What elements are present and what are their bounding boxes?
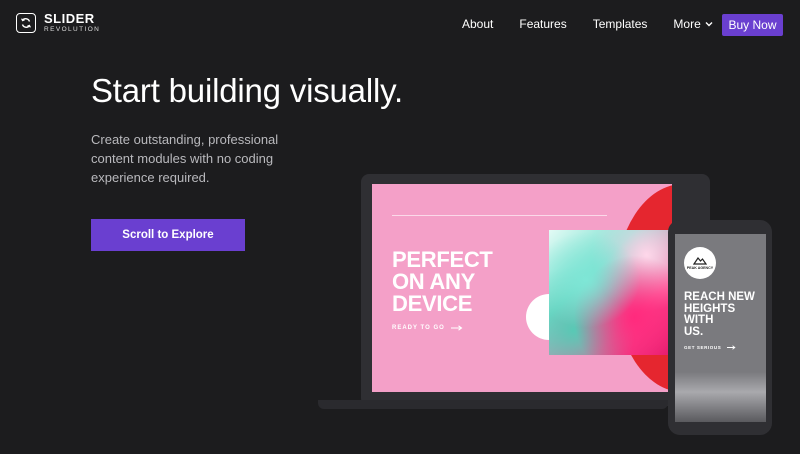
peak-agency-badge: PEAK AGENCY	[684, 247, 716, 279]
scroll-to-explore-button[interactable]: Scroll to Explore	[91, 219, 245, 251]
arrow-right-icon	[450, 325, 463, 331]
nav-item-about[interactable]: About	[462, 17, 493, 31]
hero-title: Start building visually.	[91, 72, 403, 109]
mountain-image	[675, 372, 766, 422]
nav-item-more[interactable]: More	[673, 17, 713, 31]
nav-item-templates[interactable]: Templates	[593, 17, 648, 31]
phone-slide-headline: REACH NEW HEIGHTS WITH US.	[684, 291, 755, 338]
laptop-slide-cta-label: READY TO GO	[392, 325, 445, 331]
brand-title: SLIDER	[44, 11, 95, 26]
brand-subtitle: REVOLUTION	[44, 26, 101, 33]
buy-now-button[interactable]: Buy Now	[722, 14, 783, 36]
nav-more-label: More	[673, 17, 701, 31]
chevron-down-icon	[705, 22, 713, 27]
laptop-base	[318, 400, 668, 409]
slide-divider	[392, 215, 607, 216]
fluid-art-image	[549, 230, 671, 355]
badge-label: PEAK AGENCY	[686, 266, 714, 270]
brand-name: SLIDER REVOLUTION	[44, 12, 100, 34]
main-nav: About Features Templates More	[462, 17, 739, 31]
laptop-slide: PERFECT ON ANY DEVICE READY TO GO	[372, 184, 672, 392]
nav-item-features[interactable]: Features	[519, 17, 566, 31]
phone-slide: PEAK AGENCY REACH NEW HEIGHTS WITH US. G…	[675, 234, 766, 422]
logo[interactable]: SLIDER REVOLUTION	[16, 12, 100, 34]
mountain-icon	[693, 256, 707, 265]
phone-slide-cta[interactable]: GET SERIOUS	[684, 345, 736, 350]
hero-description: Create outstanding, professional content…	[91, 132, 279, 185]
laptop-slide-headline: PERFECT ON ANY DEVICE	[392, 247, 493, 316]
laptop-slide-cta[interactable]: READY TO GO	[392, 325, 463, 331]
arrow-right-icon	[727, 345, 736, 350]
refresh-icon	[16, 12, 36, 33]
phone-slide-cta-label: GET SERIOUS	[684, 345, 722, 350]
